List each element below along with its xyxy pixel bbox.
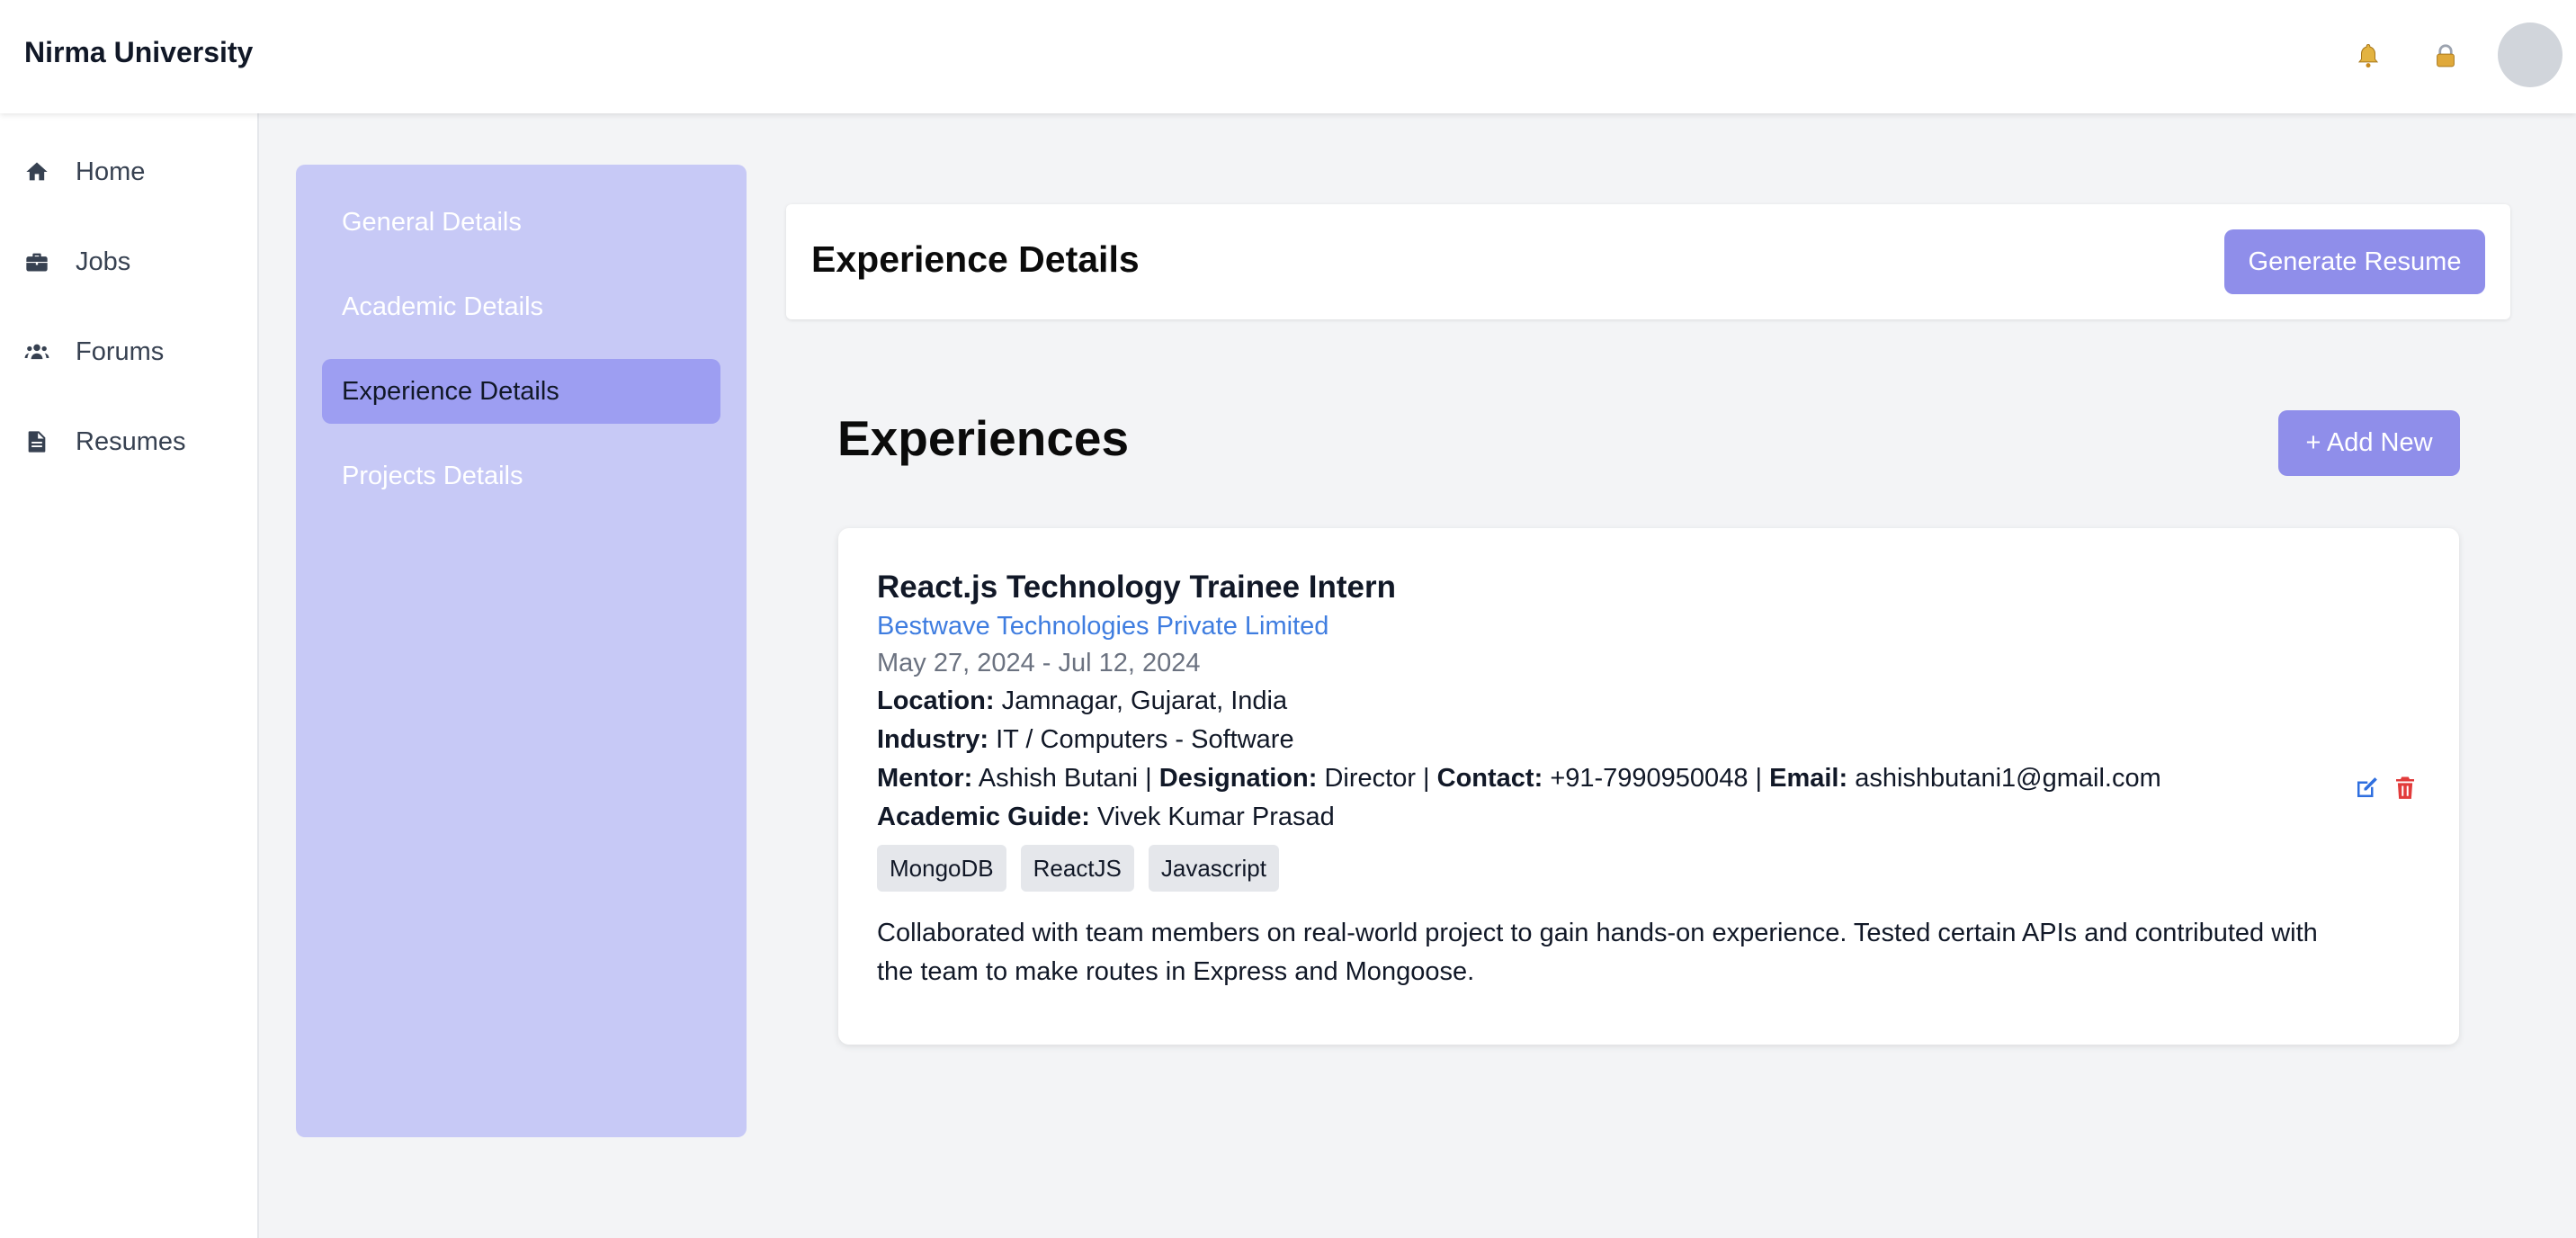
submenu-projects-details[interactable]: Projects Details — [322, 444, 720, 508]
skill-tags: MongoDB ReactJS Javascript — [877, 845, 2406, 892]
contact-label: Contact: — [1436, 764, 1543, 793]
lock-icon[interactable] — [2429, 40, 2462, 72]
submenu-label: Projects Details — [342, 461, 523, 490]
experience-location: Location: Jamnagar, Gujarat, India — [877, 682, 2406, 721]
skill-tag: Javascript — [1148, 845, 1279, 892]
submenu-academic-details[interactable]: Academic Details — [322, 274, 720, 339]
experience-mentor-row: Mentor: Ashish Butani | Designation: Dir… — [877, 764, 2161, 793]
document-icon — [23, 428, 50, 455]
location-value: Jamnagar, Gujarat, India — [1001, 686, 1288, 715]
submenu-general-details[interactable]: General Details — [322, 190, 720, 255]
email-value: ashishbutani1@gmail.com — [1855, 764, 2161, 793]
bell-icon[interactable] — [2352, 40, 2384, 72]
users-icon — [23, 338, 50, 365]
sidebar-item-label: Resumes — [76, 426, 186, 456]
submenu-label: General Details — [342, 207, 522, 237]
experience-company[interactable]: Bestwave Technologies Private Limited — [877, 608, 2406, 644]
skill-tag: ReactJS — [1020, 845, 1134, 892]
sidebar-item-label: Jobs — [76, 247, 131, 276]
add-new-button[interactable]: + Add New — [2278, 410, 2460, 476]
submenu-experience-details[interactable]: Experience Details — [322, 359, 720, 424]
home-icon — [23, 158, 50, 185]
delete-icon[interactable] — [2392, 775, 2420, 803]
submenu-label: Academic Details — [342, 292, 544, 321]
experience-card: React.js Technology Trainee Intern Bestw… — [838, 528, 2459, 1045]
generate-resume-button[interactable]: Generate Resume — [2224, 229, 2485, 294]
sidebar: Home Jobs Forums Resumes — [0, 113, 259, 1238]
sidebar-item-jobs[interactable]: Jobs — [0, 235, 257, 289]
guide-value: Vivek Kumar Prasad — [1096, 803, 1335, 831]
experience-role: React.js Technology Trainee Intern — [877, 570, 1397, 605]
brand-name[interactable]: Nirma University — [24, 36, 253, 69]
page-header: Experience Details Generate Resume — [786, 204, 2510, 319]
details-submenu: General Details Academic Details Experie… — [296, 165, 747, 1137]
experience-description: Collaborated with team members on real-w… — [877, 919, 2318, 986]
sidebar-item-label: Home — [76, 157, 146, 186]
submenu-label: Experience Details — [342, 376, 559, 406]
top-bar: Nirma University — [0, 0, 2576, 113]
page-title: Experience Details — [811, 238, 1140, 280]
industry-label: Industry: — [877, 725, 989, 754]
industry-value: IT / Computers - Software — [996, 725, 1294, 754]
experience-industry: Industry: IT / Computers - Software — [877, 721, 2406, 759]
mentor-value: Ashish Butani — [978, 764, 1139, 793]
briefcase-icon — [23, 248, 50, 275]
contact-value: +91-7990950048 — [1550, 764, 1749, 793]
email-label: Email: — [1769, 764, 1848, 793]
edit-icon[interactable] — [2353, 775, 2382, 803]
mentor-label: Mentor: — [877, 764, 973, 793]
skill-tag: MongoDB — [877, 845, 1006, 892]
guide-label: Academic Guide: — [877, 803, 1090, 831]
section-title: Experiences — [837, 410, 1130, 466]
sidebar-item-home[interactable]: Home — [0, 145, 257, 199]
designation-value: Director — [1324, 764, 1416, 793]
sidebar-item-resumes[interactable]: Resumes — [0, 415, 257, 469]
experience-dates: May 27, 2024 - Jul 12, 2024 — [877, 649, 1201, 677]
location-label: Location: — [877, 686, 995, 715]
sidebar-item-label: Forums — [76, 336, 165, 366]
sidebar-item-forums[interactable]: Forums — [0, 325, 257, 379]
experience-guide: Academic Guide: Vivek Kumar Prasad — [877, 798, 2406, 837]
designation-label: Designation: — [1158, 764, 1318, 793]
avatar[interactable] — [2498, 22, 2563, 87]
